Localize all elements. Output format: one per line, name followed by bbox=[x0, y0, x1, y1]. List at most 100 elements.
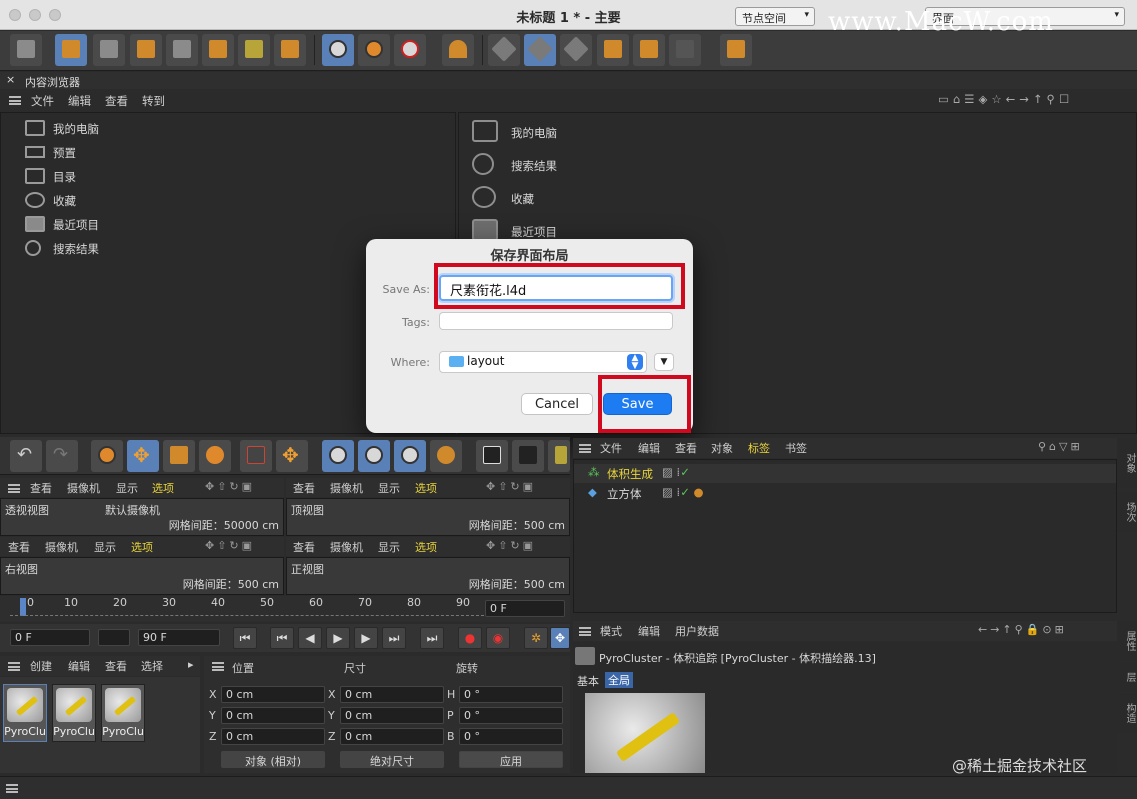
side-tab-layers[interactable]: 层 bbox=[1117, 662, 1137, 692]
hamburger-icon[interactable] bbox=[8, 662, 20, 671]
magnet-button[interactable] bbox=[442, 34, 474, 66]
viewport-nav-icons[interactable]: ✥⇧↻▣ bbox=[486, 539, 536, 552]
menu-view[interactable]: 查看 bbox=[105, 93, 128, 109]
current-frame-field[interactable]: 0 F bbox=[485, 600, 565, 617]
model-mode-button[interactable] bbox=[55, 34, 87, 66]
snap-button[interactable] bbox=[322, 34, 354, 66]
move-tool[interactable]: ✥ bbox=[127, 440, 159, 472]
menu-options[interactable]: 选项 bbox=[415, 539, 437, 555]
menu-edit[interactable]: 编辑 bbox=[638, 623, 660, 639]
points-mode-button[interactable] bbox=[130, 34, 162, 66]
render-add-button[interactable] bbox=[597, 34, 629, 66]
rotation-b-field[interactable]: 0 ° bbox=[459, 728, 563, 745]
menu-file[interactable]: 文件 bbox=[31, 93, 54, 109]
coordinate-system-button[interactable] bbox=[430, 440, 462, 472]
rotation-h-field[interactable]: 0 ° bbox=[459, 686, 563, 703]
side-tab-takes[interactable]: 场次 bbox=[1117, 492, 1137, 532]
browser-toolbar-icons[interactable]: ▭⌂☰◈☆←→↑⚲☐ bbox=[938, 92, 1073, 106]
size-y-field[interactable]: 0 cm bbox=[340, 707, 444, 724]
viewport-nav-icons[interactable]: ✥⇧↻▣ bbox=[205, 539, 255, 552]
menu-mode[interactable]: 模式 bbox=[600, 623, 622, 639]
rotate-tool[interactable] bbox=[199, 440, 231, 472]
menu-camera[interactable]: 摄像机 bbox=[45, 539, 78, 555]
record-button[interactable]: ● bbox=[458, 627, 482, 649]
menu-view[interactable]: 查看 bbox=[293, 539, 315, 555]
menu-goto[interactable]: 转到 bbox=[142, 93, 165, 109]
viewport-nav-icons[interactable]: ✥⇧↻▣ bbox=[205, 480, 255, 493]
timeline-ruler[interactable]: 0 10 20 30 40 50 60 70 80 90 0 F bbox=[0, 596, 570, 622]
workplane-button[interactable] bbox=[488, 34, 520, 66]
rotation-p-field[interactable]: 0 ° bbox=[459, 707, 563, 724]
viewport-right[interactable]: 右视图 网格间距：500 cm bbox=[0, 557, 284, 595]
menu-create[interactable]: 创建 bbox=[30, 658, 52, 674]
attributes-toolbar-icons[interactable]: ←→↑⚲🔒⊙⊞ bbox=[978, 623, 1067, 636]
position-y-field[interactable]: 0 cm bbox=[221, 707, 325, 724]
axis-mode-button[interactable] bbox=[274, 34, 306, 66]
texture-mode-button[interactable] bbox=[93, 34, 125, 66]
range-slider[interactable] bbox=[98, 629, 130, 646]
render-view-button[interactable] bbox=[476, 440, 508, 472]
next-key-button[interactable]: ⏭ bbox=[382, 627, 406, 649]
checker-button[interactable] bbox=[669, 34, 701, 66]
menu-camera[interactable]: 摄像机 bbox=[67, 480, 100, 496]
menu-user-data[interactable]: 用户数据 bbox=[675, 623, 719, 639]
object-row[interactable]: ⁂ 体积生成 ▨ ⁞✓ bbox=[574, 464, 1116, 483]
menu-options[interactable]: 选项 bbox=[415, 480, 437, 496]
apply-button[interactable]: 应用 bbox=[459, 751, 563, 768]
keyframe-settings-button[interactable]: ✲ bbox=[524, 627, 548, 649]
menu-view[interactable]: 查看 bbox=[293, 480, 315, 496]
start-frame-field[interactable]: 0 F bbox=[10, 629, 90, 646]
prev-frame-button[interactable]: ◀ bbox=[298, 627, 322, 649]
menu-edit[interactable]: 编辑 bbox=[638, 440, 660, 456]
menu-display[interactable]: 显示 bbox=[94, 539, 116, 555]
x-axis-lock[interactable] bbox=[322, 440, 354, 472]
snap-settings-button[interactable] bbox=[358, 34, 390, 66]
select-tool[interactable] bbox=[91, 440, 123, 472]
save-layout-button[interactable] bbox=[720, 34, 752, 66]
autokey-button[interactable]: ◉ bbox=[486, 627, 510, 649]
playhead[interactable] bbox=[20, 598, 26, 616]
quantize-button[interactable] bbox=[394, 34, 426, 66]
scale-tool[interactable] bbox=[163, 440, 195, 472]
material-swatch[interactable]: PyroClu bbox=[52, 684, 96, 742]
coordinate-mode-select[interactable]: 对象 (相对) bbox=[221, 751, 325, 768]
menu-edit[interactable]: 编辑 bbox=[68, 93, 91, 109]
menu-tags[interactable]: 标签 bbox=[748, 440, 770, 456]
y-axis-lock[interactable] bbox=[358, 440, 390, 472]
tab-global[interactable]: 全局 bbox=[605, 672, 633, 688]
edges-mode-button[interactable] bbox=[166, 34, 198, 66]
hamburger-icon[interactable] bbox=[6, 784, 18, 793]
menu-options[interactable]: 选项 bbox=[131, 539, 153, 555]
size-z-field[interactable]: 0 cm bbox=[340, 728, 444, 745]
psr-tool[interactable] bbox=[240, 440, 272, 472]
cancel-button[interactable]: Cancel bbox=[521, 393, 593, 415]
edit-render-button[interactable] bbox=[633, 34, 665, 66]
position-x-field[interactable]: 0 cm bbox=[221, 686, 325, 703]
menu-options[interactable]: 选项 bbox=[152, 480, 174, 496]
tags-input[interactable] bbox=[439, 312, 673, 330]
prev-key-button[interactable]: ⏮ bbox=[270, 627, 294, 649]
render-settings-button[interactable] bbox=[548, 440, 570, 472]
chevron-right-icon[interactable]: ▸ bbox=[188, 658, 194, 671]
hamburger-icon[interactable] bbox=[9, 96, 21, 105]
transform-tool[interactable]: ✥ bbox=[276, 440, 308, 472]
side-tab-structure[interactable]: 构造 bbox=[1117, 693, 1137, 733]
side-tab-attributes[interactable]: 属性 bbox=[1117, 621, 1137, 661]
viewport-top[interactable]: 顶视图 网格间距：500 cm bbox=[286, 498, 570, 536]
menu-view[interactable]: 查看 bbox=[30, 480, 52, 496]
redo-button[interactable]: ↷ bbox=[46, 440, 78, 472]
menu-display[interactable]: 显示 bbox=[378, 539, 400, 555]
position-z-field[interactable]: 0 cm bbox=[221, 728, 325, 745]
material-swatch[interactable]: PyroClu bbox=[3, 684, 47, 742]
next-frame-button[interactable]: ▶ bbox=[354, 627, 378, 649]
end-frame-field[interactable]: 90 F bbox=[138, 629, 220, 646]
play-button[interactable]: ▶ bbox=[326, 627, 350, 649]
close-icon[interactable]: × bbox=[6, 73, 15, 86]
node-space-combo[interactable]: 节点空间 ▾ bbox=[735, 7, 815, 26]
viewport-nav-icons[interactable]: ✥⇧↻▣ bbox=[486, 480, 536, 493]
menu-select[interactable]: 选择 bbox=[141, 658, 163, 674]
undo-button[interactable]: ↶ bbox=[10, 440, 42, 472]
expand-chevron-button[interactable]: ▼ bbox=[654, 353, 674, 371]
object-row[interactable]: ◆ 立方体 ▨ ⁞✓ ● bbox=[574, 484, 1116, 503]
tab-basic[interactable]: 基本 bbox=[577, 673, 599, 689]
